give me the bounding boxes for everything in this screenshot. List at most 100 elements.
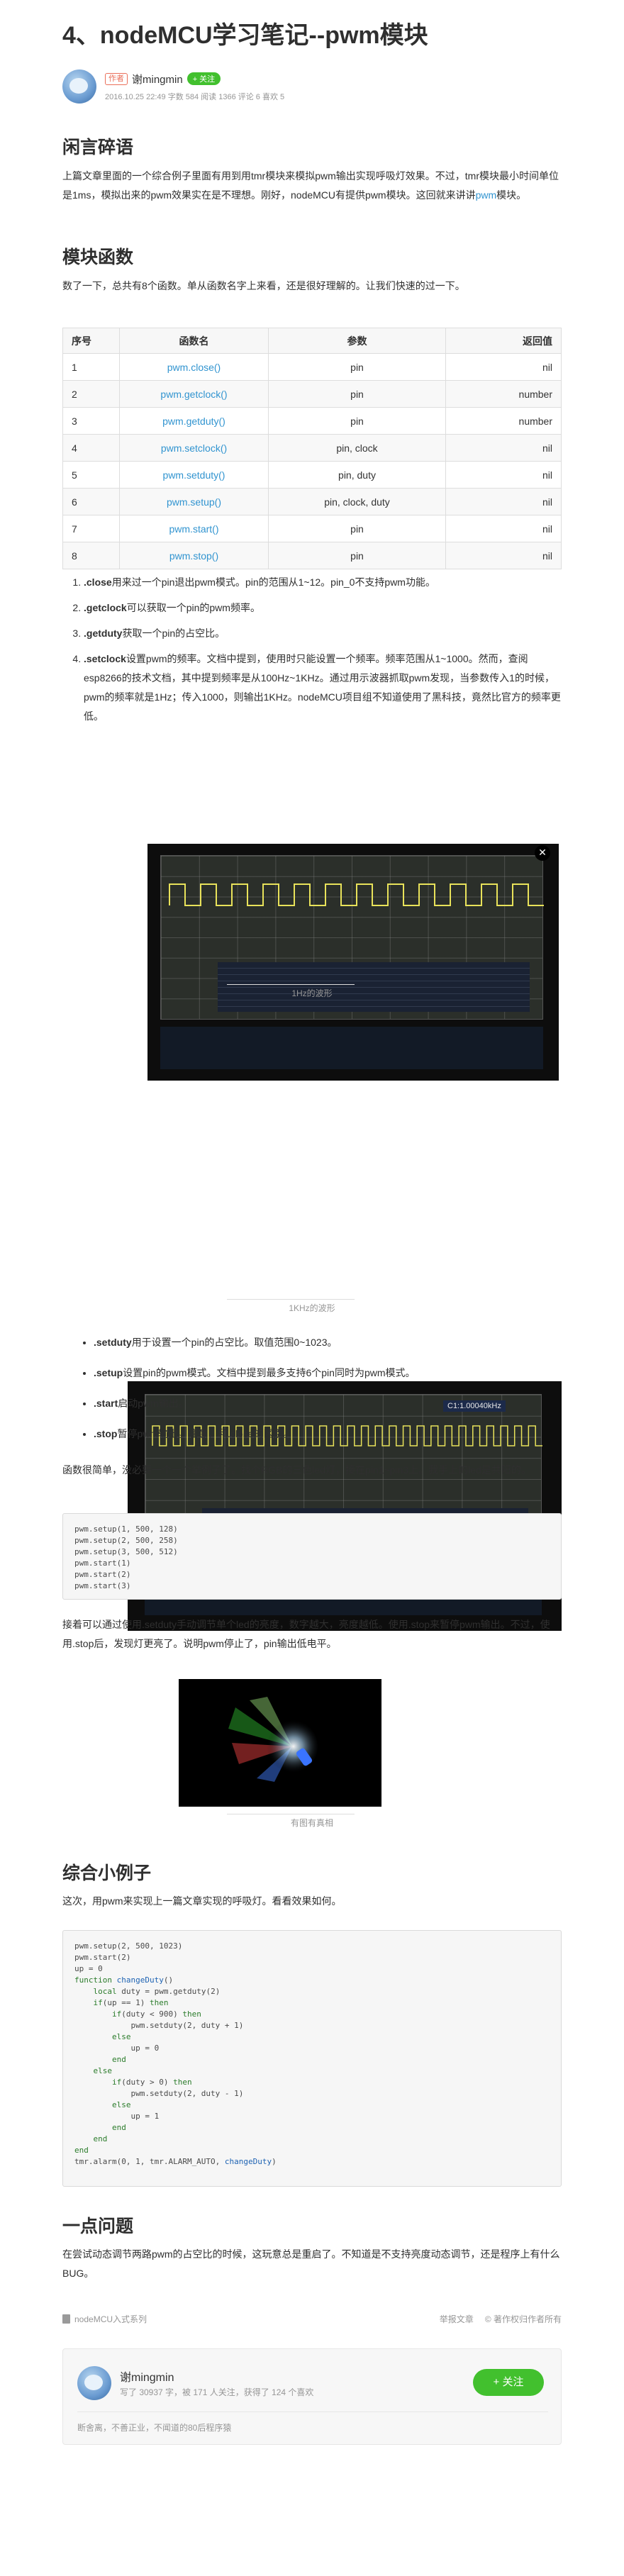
code-line: end (111, 2123, 126, 2132)
row-index: 1 (62, 353, 120, 381)
card-author-avatar[interactable] (77, 2366, 111, 2400)
code-line: end (74, 2146, 89, 2155)
function-name-link[interactable]: pwm.getduty() (119, 407, 269, 435)
list-item: .getclock可以获取一个pin的pwm频率。 (84, 598, 562, 618)
code-block-breathing: pwm.setup(2, 500, 1023) pwm.start(2) up = … (62, 1930, 562, 2187)
params-cell: pin (268, 407, 446, 435)
demo-heading: 综合小例子 (62, 1863, 152, 1883)
code-line: end (93, 2134, 108, 2143)
function-name-link[interactable]: pwm.getclock() (119, 380, 269, 408)
table-row: 1 pwm.close() pin nil (62, 353, 562, 381)
function-keyword: .getclock (84, 602, 127, 613)
return-cell: nil (445, 488, 562, 515)
code-line: pwm.setduty(2, duty - 1) (74, 2089, 244, 2098)
scope-1hz-caption: 1Hz的波形 (291, 988, 333, 998)
params-cell: pin (268, 542, 446, 569)
report-link[interactable]: 举报文章 (440, 2313, 474, 2325)
params-cell: pin, clock, duty (268, 488, 446, 515)
scope-1hz-image: ✕ (147, 844, 559, 1081)
author-avatar[interactable] (62, 69, 96, 104)
code-line: function changeDuty() (74, 1975, 174, 1985)
code-line: pwm.setup(1, 500, 128) (74, 1524, 178, 1534)
return-cell: nil (445, 353, 562, 381)
code-line: up = 0 (74, 2043, 160, 2053)
row-index: 7 (62, 515, 120, 542)
card-author-name[interactable]: 谢mingmin (120, 2368, 174, 2385)
article-page: 4、nodeMCU学习笔记--pwm模块 作者 谢mingmin + 关注 20… (0, 0, 624, 2576)
author-info: 作者 谢mingmin + 关注 2016.10.25 22:49 字数 584… (62, 69, 562, 104)
table-header: 序号 (62, 328, 120, 354)
author-card: 谢mingmin 写了 30937 字，被 171 人关注，获得了 124 个喜… (62, 2348, 562, 2445)
code-line: tmr.alarm(0, 1, tmr.ALARM_AUTO, changeDu… (74, 2157, 277, 2166)
issue-paragraph: 在尝试动态调节两路pwm的占空比的时候，这玩意总是重启了。不知道是不支持亮度动态… (62, 2248, 560, 2279)
code-line: pwm.setup(2, 500, 1023) (74, 1941, 183, 1951)
table-row: 4 pwm.setclock() pin, clock nil (62, 434, 562, 462)
code-line: else (93, 2066, 113, 2075)
function-list-1: .close用来过一个pin退出pwm模式。pin的范围从1~12。pin_0不… (68, 573, 562, 732)
card-author-stats: 写了 30937 字，被 171 人关注，获得了 124 个喜欢 (120, 2387, 314, 2397)
close-icon[interactable]: ✕ (535, 845, 550, 861)
function-keyword: .setclock (84, 653, 126, 664)
function-keyword: .setduty (94, 1337, 132, 1348)
code-line: local duty = pwm.getduty(2) (93, 1987, 221, 1996)
function-name-link[interactable]: pwm.stop() (119, 542, 269, 569)
follow-button[interactable]: + 关注 (186, 72, 221, 85)
return-cell: nil (445, 461, 562, 489)
collection-link[interactable]: nodeMCU入式系列 (74, 2313, 147, 2325)
list-item-text: 暂停pwm输出。注意，和.close的区别。 (117, 1428, 294, 1439)
author-line: 作者 谢mingmin + 关注 (105, 72, 284, 87)
table-row: 2 pwm.getclock() pin number (62, 380, 562, 408)
article-title: 4、nodeMCU学习笔记--pwm模块 (62, 22, 428, 49)
code-line: pwm.start(1) (74, 1559, 131, 1568)
functions-table: 序号 函数名 参数 返回值 1 pwm.close() pin nil 2 pwm.get… (62, 328, 562, 569)
table-header: 返回值 (445, 328, 562, 354)
card-follow-button[interactable]: + 关注 (473, 2369, 544, 2396)
function-keyword: .start (94, 1398, 118, 1409)
list-item-text: 设置pwm的频率。文档中提到，使用时只能设置一个频率。频率范围从1~1000。然… (84, 653, 561, 722)
row-index: 4 (62, 434, 120, 462)
author-meta: 作者 谢mingmin + 关注 2016.10.25 22:49 字数 584… (105, 72, 284, 102)
led-photo (179, 1679, 381, 1807)
return-cell: number (445, 380, 562, 408)
code-line: else (111, 2100, 131, 2109)
function-name-link[interactable]: pwm.setduty() (119, 461, 269, 489)
table-header: 函数名 (119, 328, 269, 354)
code-line: pwm.setduty(2, duty + 1) (74, 2021, 244, 2030)
code-line: if(duty < 900) then (111, 2009, 201, 2019)
code-line: pwm.setup(2, 500, 258) (74, 1536, 178, 1545)
function-list-2: .setduty用于设置一个pin的占空比。取值范围0~1023。 .setup设… (78, 1333, 562, 1455)
demo-paragraph: 这次，用pwm来实现上一篇文章实现的呼吸灯。看看效果如何。 (62, 1895, 342, 1907)
code-line: pwm.setup(3, 500, 512) (74, 1547, 178, 1556)
example-paragraph: 函数很简单，没必要一个一个举例子了。找个RGB的三色led灯，接在pin1~pi… (62, 1464, 531, 1476)
function-name-link[interactable]: pwm.start() (119, 515, 269, 542)
intro-paragraph: 上篇文章里面的一个综合例子里面有用到用tmr模块来模拟pwm输出实现呼吸灯效果。… (62, 167, 562, 205)
function-name-link[interactable]: pwm.setup() (119, 488, 269, 515)
params-cell: pin (268, 353, 446, 381)
code-line: if(duty > 0) then (111, 2078, 192, 2087)
list-item: .start启动pwm输出。 (94, 1394, 562, 1413)
function-keyword: .setup (94, 1367, 123, 1378)
notebook-icon (62, 2314, 70, 2324)
code-line: pwm.start(2) (74, 1953, 131, 1962)
issue-heading: 一点问题 (62, 2217, 134, 2236)
params-cell: pin, clock (268, 434, 446, 462)
row-index: 5 (62, 461, 120, 489)
code-block-setup: pwm.setup(1, 500, 128) pwm.setup(2, 500, … (62, 1513, 562, 1600)
functions-intro: 数了一下，总共有8个函数。单从函数名字上来看，还是很好理解的。让我们快速的过一下… (62, 280, 465, 291)
row-index: 8 (62, 542, 120, 569)
author-name[interactable]: 谢mingmin (132, 72, 183, 87)
list-item-text: 用来过一个pin退出pwm模式。pin的范围从1~12。pin_0不支持pwm功… (111, 576, 435, 588)
return-cell: number (445, 407, 562, 435)
list-item-text: 设置pin的pwm模式。文档中提到最多支持6个pin同时为pwm模式。 (123, 1367, 416, 1378)
card-divider (77, 2411, 548, 2412)
function-name-link[interactable]: pwm.setclock() (119, 434, 269, 462)
led-photo-caption: 有图有真相 (290, 1818, 333, 1828)
function-name-link[interactable]: pwm.close() (119, 353, 269, 381)
after-text-content: 接着可以通过使用.setduty手动调节单个led的亮度，数字越大，亮度越低。使… (62, 1619, 550, 1649)
list-item: .close用来过一个pin退出pwm模式。pin的范围从1~12。pin_0不… (84, 573, 562, 592)
list-item: .getduty获取一个pin的占空比。 (84, 624, 562, 643)
pwm-link[interactable]: pwm (476, 189, 497, 201)
row-index: 3 (62, 407, 120, 435)
table-row: 8 pwm.stop() pin nil (62, 542, 562, 569)
table-header-row: 序号 函数名 参数 返回值 (62, 328, 562, 354)
